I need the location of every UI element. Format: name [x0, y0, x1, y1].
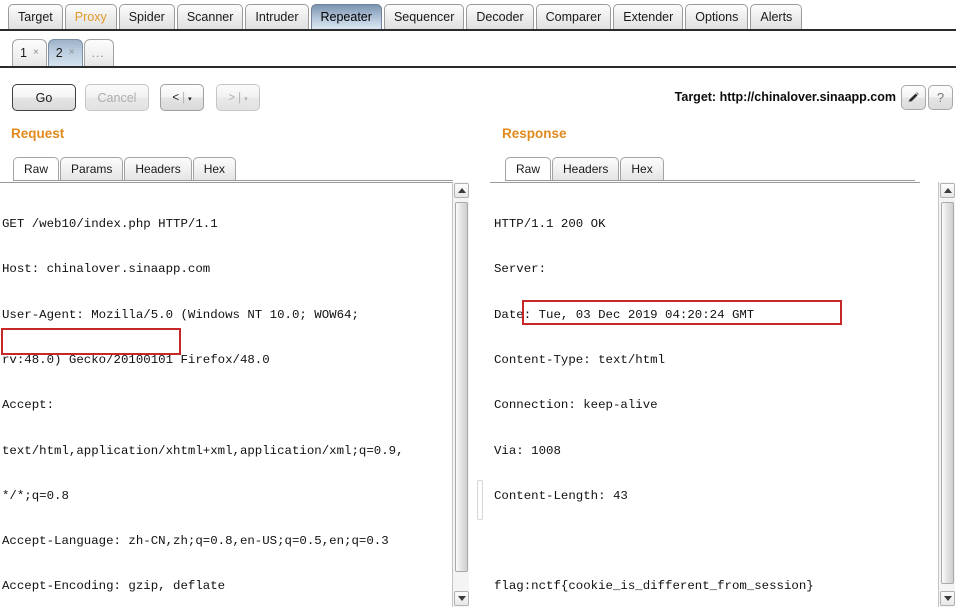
scroll-up-icon[interactable]: [940, 183, 955, 198]
response-line: Connection: keep-alive: [494, 398, 658, 413]
response-tab-headers[interactable]: Headers: [552, 157, 620, 181]
go-button-label: Go: [35, 90, 53, 105]
request-line: Accept:: [2, 398, 55, 413]
go-button[interactable]: Go: [12, 84, 76, 111]
back-button-label: <: [172, 91, 180, 104]
response-tab-hex[interactable]: Hex: [620, 157, 664, 181]
request-line: Accept-Language: zh-CN,zh;q=0.8,en-US;q=…: [2, 534, 389, 549]
request-line: rv:48.0) Gecko/20100101 Firefox/48.0: [2, 353, 270, 368]
repeater-tab-1[interactable]: 1 ×: [12, 39, 47, 66]
forward-button-label: >: [228, 91, 236, 104]
tab-decoder[interactable]: Decoder: [466, 4, 534, 29]
tab-scanner[interactable]: Scanner: [176, 4, 244, 29]
response-line: HTTP/1.1 200 OK: [494, 217, 606, 232]
forward-arrow-icon: > | ▾: [228, 92, 247, 104]
request-tab-params[interactable]: Params: [60, 157, 124, 181]
response-line: Date: Tue, 03 Dec 2019 04:20:24 GMT: [494, 307, 755, 322]
close-icon[interactable]: ×: [69, 48, 75, 58]
pencil-icon: [908, 92, 919, 102]
response-raw-editor[interactable]: HTTP/1.1 200 OK Server: Date: Tue, 03 De…: [490, 182, 920, 600]
request-panel-title: Request: [11, 126, 65, 141]
close-icon[interactable]: ×: [33, 48, 39, 58]
tab-spider[interactable]: Spider: [118, 4, 175, 29]
request-tabs: Raw Params Headers Hex: [13, 155, 237, 181]
response-scroll-thumb[interactable]: [941, 202, 954, 584]
button-separator: |: [182, 91, 186, 104]
request-tabs-underline: [13, 180, 453, 181]
forward-button[interactable]: > | ▾: [216, 84, 260, 111]
response-tabs: Raw Headers Hex: [505, 155, 665, 181]
request-line: GET /web10/index.php HTTP/1.1: [2, 217, 218, 232]
question-mark-icon: ?: [936, 90, 945, 105]
target-label: Target: http://chinalover.sinaapp.com: [674, 90, 896, 104]
main-tabs-container: Target Proxy Spider Scanner Intruder Rep…: [8, 2, 804, 29]
chevron-down-icon: ▾: [188, 95, 192, 103]
request-scroll-thumb[interactable]: [455, 202, 468, 572]
response-tabs-underline: [505, 180, 915, 181]
panel-splitter[interactable]: [470, 110, 488, 607]
request-tab-hex[interactable]: Hex: [192, 157, 237, 181]
response-panel-title: Response: [502, 126, 567, 141]
repeater-tab-2-label: 2: [55, 46, 63, 60]
response-tab-raw[interactable]: Raw: [505, 157, 552, 181]
tab-intruder[interactable]: Intruder: [245, 4, 309, 29]
tab-alerts[interactable]: Alerts: [750, 4, 803, 29]
splitter-grip[interactable]: [477, 480, 483, 520]
response-line: Content-Type: text/html: [494, 353, 666, 368]
response-line: Content-Length: 43: [494, 488, 628, 503]
cancel-button-label: Cancel: [97, 90, 137, 105]
back-button[interactable]: < | ▾: [160, 84, 204, 111]
repeater-tab-new[interactable]: ...: [83, 39, 114, 66]
request-line: text/html,application/xhtml+xml,applicat…: [2, 443, 404, 458]
tab-target[interactable]: Target: [8, 4, 63, 29]
back-arrow-icon: < | ▾: [172, 92, 191, 104]
request-line: Host: chinalover.sinaapp.com: [2, 262, 211, 277]
request-line: Accept-Encoding: gzip, deflate: [2, 579, 226, 594]
edit-target-button[interactable]: [901, 85, 926, 110]
repeater-tab-bar: 1 × 2 × ...: [0, 31, 956, 68]
request-line: */*;q=0.8: [2, 488, 69, 503]
scroll-down-icon[interactable]: [940, 591, 955, 606]
tab-extender[interactable]: Extender: [613, 4, 684, 29]
scroll-up-icon[interactable]: [454, 183, 469, 198]
repeater-tab-1-label: 1: [20, 46, 27, 60]
response-scrollbar[interactable]: [938, 182, 955, 607]
request-scrollbar[interactable]: [452, 182, 469, 607]
request-tab-headers[interactable]: Headers: [124, 157, 192, 181]
request-raw-editor[interactable]: GET /web10/index.php HTTP/1.1 Host: chin…: [0, 182, 452, 600]
tab-sequencer[interactable]: Sequencer: [383, 4, 465, 29]
response-line: Server:: [494, 262, 547, 277]
help-button[interactable]: ?: [928, 85, 953, 110]
repeater-tabs-container: 1 × 2 × ...: [12, 37, 115, 66]
response-flag-line: flag:nctf{cookie_is_different_from_sessi…: [494, 579, 814, 594]
request-line: User-Agent: Mozilla/5.0 (Windows NT 10.0…: [2, 307, 359, 322]
scroll-down-icon[interactable]: [454, 591, 469, 606]
tab-repeater[interactable]: Repeater: [310, 4, 382, 29]
repeater-tab-2[interactable]: 2 ×: [47, 39, 83, 66]
main-tab-bar: Target Proxy Spider Scanner Intruder Rep…: [0, 0, 956, 31]
response-blank-line: [494, 534, 918, 549]
response-line: Via: 1008: [494, 443, 561, 458]
button-separator: |: [238, 91, 242, 104]
chevron-down-icon: ▾: [244, 95, 248, 103]
tab-options[interactable]: Options: [685, 4, 749, 29]
cancel-button[interactable]: Cancel: [85, 84, 149, 111]
repeater-tab-new-label: ...: [91, 46, 105, 60]
tab-proxy[interactable]: Proxy: [64, 4, 117, 29]
tab-comparer[interactable]: Comparer: [535, 4, 612, 29]
request-tab-raw[interactable]: Raw: [13, 157, 60, 181]
